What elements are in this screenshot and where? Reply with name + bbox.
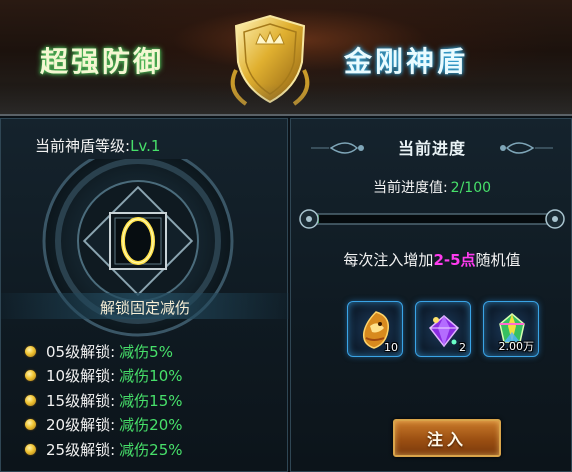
unlock-reduction: 减伤20% xyxy=(119,416,183,435)
golden-ring-emblem-icon xyxy=(42,159,234,337)
gold-coin-icon xyxy=(25,345,36,357)
inject-description: 每次注入增加2-5点随机值 xyxy=(291,249,572,270)
gold-coin-icon xyxy=(25,419,36,431)
level-label: 当前神盾等级:Lv.1 xyxy=(35,135,160,156)
item-slot-gem[interactable]: 2 xyxy=(415,301,471,357)
unlock-reduction: 减伤10% xyxy=(119,367,183,386)
progress-title: 当前进度 xyxy=(397,139,466,158)
inject-desc-prefix: 每次注入增加 xyxy=(343,251,434,269)
banner-title-right: 金刚神盾 xyxy=(344,45,469,78)
progress-panel: 当前进度 当前进度值: 2/100 每次注入增加2-5点随机值 10 2 2.0… xyxy=(290,118,572,472)
progress-label: 当前进度值: 2/100 xyxy=(291,177,572,197)
inject-button[interactable]: 注入 xyxy=(393,419,501,457)
inject-desc-suffix: 随机值 xyxy=(475,251,521,269)
unlock-row-20: 20级解锁: 减伤20% xyxy=(25,413,183,438)
unlock-row-10: 10级解锁: 减伤10% xyxy=(25,364,183,389)
unlock-row-5: 05级解锁: 减伤5% xyxy=(25,339,183,364)
unlock-reduction: 减伤25% xyxy=(119,440,183,459)
progress-label-text: 当前进度值: xyxy=(372,180,448,196)
shield-level-panel: 当前神盾等级:Lv.1 解锁固定减伤 05级解锁: 减伤5% 10级解锁: 减伤… xyxy=(0,118,289,472)
material-items: 10 2 2.00万 xyxy=(347,301,539,357)
level-value: Lv.1 xyxy=(130,137,161,155)
banner-title-left: 超强防御 xyxy=(40,45,165,78)
unlock-level: 15级解锁: xyxy=(46,391,116,410)
unlock-reduction: 减伤15% xyxy=(119,391,183,410)
unlock-level: 10级解锁: xyxy=(46,367,116,386)
unlock-list: 05级解锁: 减伤5% 10级解锁: 减伤10% 15级解锁: 减伤15% 20… xyxy=(25,339,183,462)
unlock-reduction: 减伤5% xyxy=(119,342,173,361)
level-label-text: 当前神盾等级: xyxy=(35,137,131,155)
item-slot-dragon[interactable]: 10 xyxy=(347,301,403,357)
gold-coin-icon xyxy=(25,370,36,382)
unlock-level: 20级解锁: xyxy=(46,416,116,435)
unlock-level: 05级解锁: xyxy=(46,342,116,361)
golden-shield-crown-icon xyxy=(230,14,310,106)
gold-coin-icon xyxy=(25,443,36,455)
progress-value: 2/100 xyxy=(450,180,492,196)
item-slot-crystal[interactable]: 2.00万 xyxy=(483,301,539,357)
item-count: 10 xyxy=(384,341,398,354)
unlock-section-title: 解锁固定减伤 xyxy=(99,299,190,317)
unlock-row-25: 25级解锁: 减伤25% xyxy=(25,437,183,462)
gold-coin-icon xyxy=(25,394,36,406)
inject-desc-range: 2-5点 xyxy=(433,251,476,269)
item-count: 2.00万 xyxy=(498,340,535,353)
progress-bar xyxy=(299,209,565,229)
unlock-row-15: 15级解锁: 减伤15% xyxy=(25,388,183,413)
item-count: 2 xyxy=(459,341,466,354)
unlock-level: 25级解锁: xyxy=(46,440,116,459)
banner: 超强防御 金刚神盾 xyxy=(0,0,572,116)
